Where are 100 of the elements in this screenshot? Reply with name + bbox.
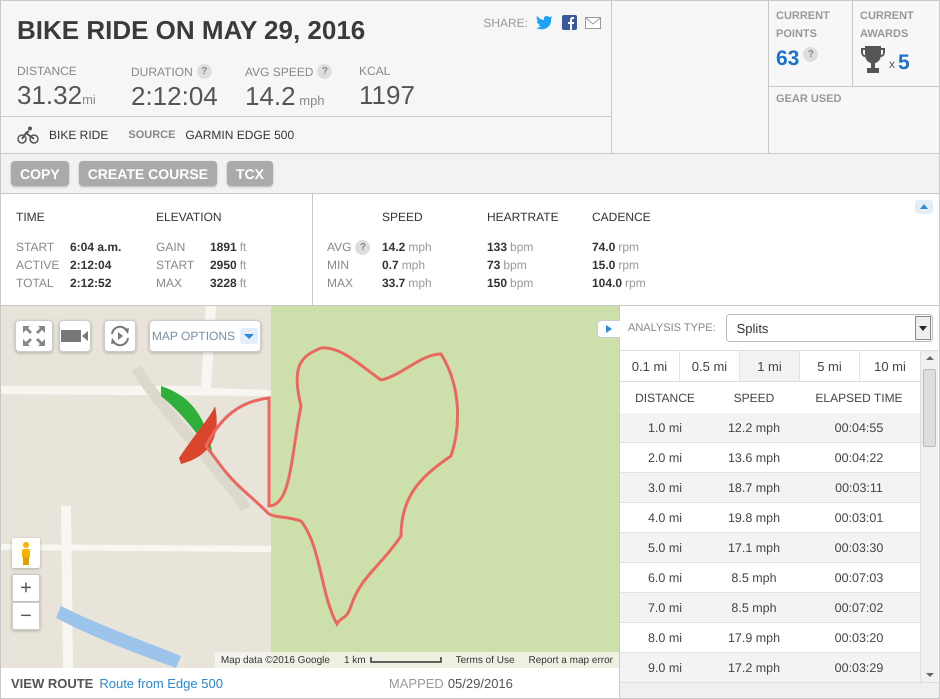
caret-down-icon [919,326,927,330]
group-title: TIME [16,210,46,224]
rotate-icon [108,324,132,348]
share-label: SHARE: [483,16,528,30]
fullscreen-button[interactable] [15,320,53,352]
caret-right-icon [606,325,612,333]
table-cell-text: 7.0 mi [646,600,684,614]
stat-value: 1197 [359,80,416,111]
awards-count: 5 [898,51,910,75]
table-cell-text: 17.1 mph [726,540,782,554]
scale-label: 1 km [344,654,366,666]
table-cell-text: 00:07:03 [834,570,884,584]
table-cell-text: 00:03:20 [834,630,884,644]
dropdown-caret-icon [240,328,258,344]
row-value: 2:12:52 [70,276,112,290]
table-cell-text: 17.9 mph [726,630,782,644]
metric-value: 0.7 mph [382,258,426,272]
points-value: 63 [776,47,800,71]
table-cell-text: 4.0 mi [646,510,684,524]
panel-toggle-button[interactable] [597,320,620,338]
stat-label: DISTANCE [17,64,77,78]
zoom-out-button[interactable]: − [12,602,40,630]
camera-3d-button[interactable] [59,320,91,352]
vertical-scrollbar[interactable] [920,351,938,682]
metric-value: 15.0 rpm [592,258,640,272]
trophy-icon [860,45,886,75]
stat-label: KCAL [359,64,390,78]
metric-value: 104.0 rpm [592,276,646,290]
awards-label: CURRENT AWARDS [860,9,915,42]
gear-label: GEAR USED [775,92,842,107]
table-cell-text: 18.7 mph [726,480,782,494]
bird-icon[interactable] [536,15,554,30]
row-label: ACTIVE [16,258,60,272]
table-cell-text: 13.6 mph [726,450,782,464]
analysis-type-label: ANALYSIS TYPE: [628,322,716,334]
report-link[interactable]: Report a map error [528,654,613,666]
row-label: START [16,240,56,254]
metric-value: 150 bpm [487,276,534,290]
table-cell-text: 6.0 mi [646,570,684,584]
stat-value: 31.32mi [17,80,97,111]
table-cell-text: 00:03:01 [834,510,884,524]
table-cell-text: 19.8 mph [726,510,782,524]
row-value: 2:12:04 [70,258,112,272]
source-value: GARMIN EDGE 500 [185,128,294,142]
row-value: 1891 ft [210,240,246,254]
points-label: CURRENT POINTS [776,9,831,42]
mapped-label: MAPPED [388,676,444,690]
activity-type: BIKE RIDE [49,128,108,142]
video-camera-icon [61,329,89,343]
table-cell-text: 00:04:55 [834,420,884,434]
column-heading: CADENCE [592,210,652,224]
row-value: 2950 ft [210,258,246,272]
mapped-date: 05/29/2016 [448,676,513,690]
table-cell-text: 17.2 mph [726,660,782,674]
table-cell-text: 00:04:22 [834,450,884,464]
source-label: SOURCE [128,129,176,141]
table-cell-text: 8.5 mph [730,570,778,584]
row-label: START [156,258,196,272]
route-label: VIEW ROUTE [11,676,94,690]
zoom-in-button[interactable]: + [12,574,40,602]
group-title: ELEVATION [156,210,223,224]
column-heading: ELAPSED TIME [814,390,904,404]
stat-value: 2:12:04 [131,81,219,112]
column-heading: HEARTRATE [487,210,560,224]
pegman-icon[interactable] [12,538,40,568]
terms-link[interactable]: Terms of Use [456,654,515,666]
table-cell-text: 1.0 mi [646,420,684,434]
row-label: MIN [327,258,349,272]
table-cell-text: 3.0 mi [646,480,684,494]
analysis-type-select[interactable]: Splits [726,314,933,342]
metric-value: 133 bpm [487,240,534,254]
rotate-button[interactable] [104,320,136,352]
table-cell-text: 8.5 mph [730,600,778,614]
metric-value: 73 bpm [487,258,527,272]
table-cell-text: 00:03:30 [834,540,884,554]
table-cell-text: 00:03:11 [834,480,884,494]
row-value: 3228 ft [210,276,246,290]
activity-title: BIKE RIDE ON MAY 29, 2016 [17,15,366,46]
row-label: GAIN [156,240,186,254]
row-label: MAX [327,276,354,290]
stat-value: 14.2 mph [245,81,326,112]
route-link[interactable]: Route from Edge 500 [99,676,223,690]
mail-icon[interactable] [585,16,601,28]
multiplier: x [889,57,895,71]
table-cell-text: 12.2 mph [726,420,782,434]
facebook-icon[interactable] [562,15,577,30]
collapse-button[interactable] [915,200,933,214]
metric-value: 14.2 mph [382,240,432,254]
row-label: MAX [156,276,184,290]
interval-tab[interactable]: 1 mi [740,351,800,381]
fullscreen-icon [22,325,46,347]
metric-value: 74.0 rpm [592,240,640,254]
row-label: AVG [327,240,352,254]
table-cell-text: 5.0 mi [646,540,684,554]
table-cell-text: 00:07:02 [834,600,884,614]
stat-label: AVG SPEED [245,64,314,78]
horizontal-scrollbar[interactable] [620,682,939,698]
table-cell-text: 9.0 mi [646,660,684,674]
column-heading: DISTANCE [634,390,696,404]
table-cell-text: 2.0 mi [646,450,684,464]
